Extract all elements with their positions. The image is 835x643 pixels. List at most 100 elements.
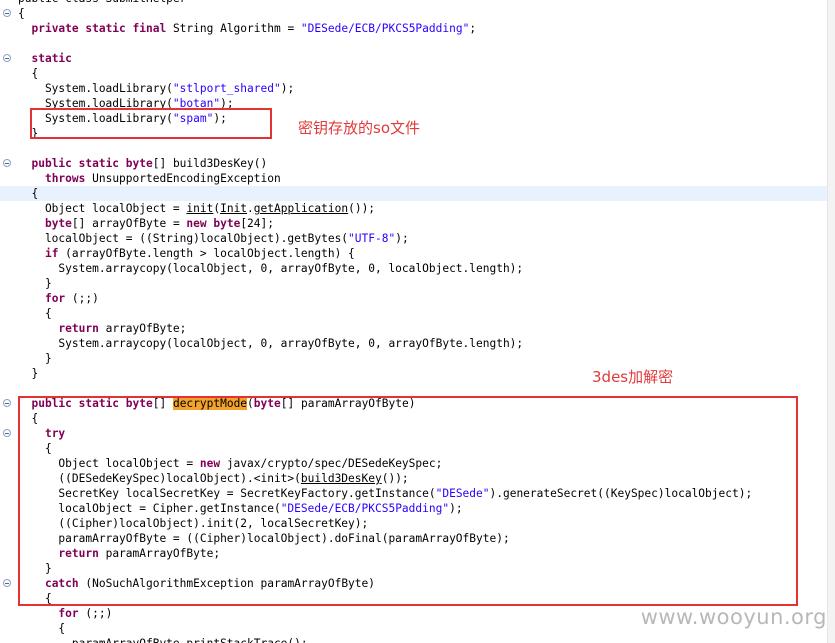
code-text: { bbox=[18, 186, 38, 201]
code-line[interactable]: Object localObject = init(Init.getApplic… bbox=[0, 201, 828, 216]
code-token: "stlport_shared" bbox=[172, 82, 281, 95]
code-text: { bbox=[18, 6, 25, 21]
code-token: { bbox=[18, 67, 39, 80]
code-line[interactable]: { bbox=[0, 6, 828, 21]
code-text: if (arrayOfByte.length > localObject.len… bbox=[18, 246, 355, 261]
code-text: public static byte[] build3DesKey() bbox=[18, 156, 267, 171]
code-line[interactable]: return arrayOfByte; bbox=[0, 321, 828, 336]
code-line[interactable] bbox=[0, 141, 828, 156]
code-token: . bbox=[247, 202, 254, 215]
code-text: throws UnsupportedEncodingException bbox=[18, 171, 281, 186]
code-line[interactable]: if (arrayOfByte.length > localObject.len… bbox=[0, 246, 828, 261]
code-line[interactable]: System.arraycopy(localObject, 0, arrayOf… bbox=[0, 261, 828, 276]
code-token: public static byte bbox=[31, 157, 153, 170]
code-line[interactable]: throws UnsupportedEncodingException bbox=[0, 171, 828, 186]
code-line[interactable]: System.loadLibrary("stlport_shared"); bbox=[0, 81, 828, 96]
code-token: "UTF-8" bbox=[348, 232, 396, 245]
code-token: static bbox=[31, 52, 72, 65]
code-token: ()); bbox=[348, 202, 376, 215]
code-line[interactable]: public static byte[] build3DesKey() bbox=[0, 156, 828, 171]
code-token: localObject = ((String)localObject).getB… bbox=[18, 232, 349, 245]
code-line[interactable]: { bbox=[0, 66, 828, 81]
code-token: getApplication bbox=[253, 202, 349, 215]
code-line[interactable] bbox=[0, 36, 828, 51]
vertical-scrollbar[interactable] bbox=[827, 0, 835, 643]
code-line[interactable]: byte[] arrayOfByte = new byte[24]; bbox=[0, 216, 828, 231]
code-text: { bbox=[18, 621, 65, 636]
code-line[interactable]: System.arraycopy(localObject, 0, arrayOf… bbox=[0, 336, 828, 351]
decrypt-method-highlight-box bbox=[18, 396, 798, 606]
code-token: ); bbox=[395, 232, 409, 245]
code-token: throws bbox=[44, 172, 86, 185]
code-token: if bbox=[44, 247, 59, 260]
fold-toggle-icon[interactable] bbox=[3, 159, 11, 167]
code-token: [24]; bbox=[240, 217, 274, 230]
fold-toggle-icon[interactable] bbox=[3, 9, 11, 17]
fold-toggle-icon[interactable] bbox=[3, 579, 11, 587]
code-token: new byte bbox=[186, 217, 241, 230]
code-token: } bbox=[18, 352, 52, 365]
code-line[interactable] bbox=[0, 381, 828, 396]
code-token: System.arraycopy(localObject, 0, arrayOf… bbox=[18, 337, 524, 350]
code-token: Init bbox=[220, 202, 248, 215]
code-token: byte bbox=[44, 217, 72, 230]
code-text: localObject = ((String)localObject).getB… bbox=[18, 231, 409, 246]
fold-toggle-icon[interactable] bbox=[3, 399, 11, 407]
code-token: paramArrayOfByte.printStackTrace(); bbox=[18, 637, 308, 643]
fold-toggle-icon[interactable] bbox=[3, 54, 11, 62]
code-text: { bbox=[18, 66, 38, 81]
code-token: [] arrayOfByte = bbox=[71, 217, 187, 230]
code-token: UnsupportedEncodingException bbox=[85, 172, 281, 185]
code-token: { bbox=[18, 187, 39, 200]
code-line[interactable]: paramArrayOfByte.printStackTrace(); bbox=[0, 636, 828, 643]
code-text: paramArrayOfByte.printStackTrace(); bbox=[18, 636, 308, 643]
code-line[interactable]: } bbox=[0, 366, 828, 381]
code-token: for bbox=[44, 292, 66, 305]
code-text: System.arraycopy(localObject, 0, arrayOf… bbox=[18, 261, 523, 276]
code-line[interactable]: } bbox=[0, 351, 828, 366]
code-line[interactable]: static bbox=[0, 51, 828, 66]
so-file-annotation: 密钥存放的so文件 bbox=[298, 119, 420, 137]
code-token: [] build3DesKey() bbox=[152, 157, 268, 170]
code-text: System.loadLibrary("stlport_shared"); bbox=[18, 81, 294, 96]
code-text: } bbox=[18, 366, 38, 381]
code-token: { bbox=[18, 307, 52, 320]
code-token: } bbox=[18, 277, 52, 290]
code-token: System.loadLibrary( bbox=[18, 82, 173, 95]
code-line[interactable]: private static final String Algorithm = … bbox=[0, 21, 828, 36]
code-text: private static final String Algorithm = … bbox=[18, 21, 476, 36]
code-text: } bbox=[18, 276, 52, 291]
code-token: private static final bbox=[31, 22, 167, 35]
code-token: arrayOfByte; bbox=[98, 322, 187, 335]
code-text: return arrayOfByte; bbox=[18, 321, 186, 336]
fold-toggle-icon[interactable] bbox=[3, 429, 11, 437]
code-token: } bbox=[18, 367, 39, 380]
code-text: System.arraycopy(localObject, 0, arrayOf… bbox=[18, 336, 523, 351]
code-line[interactable]: { bbox=[0, 186, 828, 201]
code-text: for (;;) bbox=[18, 606, 112, 621]
code-token: public class SubmitHelper bbox=[18, 0, 186, 5]
code-token: ; bbox=[469, 22, 477, 35]
code-line[interactable]: for (;;) bbox=[0, 291, 828, 306]
code-token: ); bbox=[280, 82, 295, 95]
code-token: (;;) bbox=[65, 292, 99, 305]
code-line[interactable]: localObject = ((String)localObject).getB… bbox=[0, 231, 828, 246]
code-line[interactable]: { bbox=[0, 306, 828, 321]
code-token: Object localObject = bbox=[18, 202, 187, 215]
watermark: www.wooyun.org bbox=[640, 605, 827, 629]
code-token: { bbox=[18, 622, 66, 635]
code-line[interactable]: } bbox=[0, 276, 828, 291]
decrypt-annotation: 3des加解密 bbox=[592, 368, 674, 386]
code-token: (;;) bbox=[78, 607, 113, 620]
code-text: { bbox=[18, 306, 52, 321]
code-token: init bbox=[186, 202, 214, 215]
code-token: for bbox=[58, 607, 79, 620]
